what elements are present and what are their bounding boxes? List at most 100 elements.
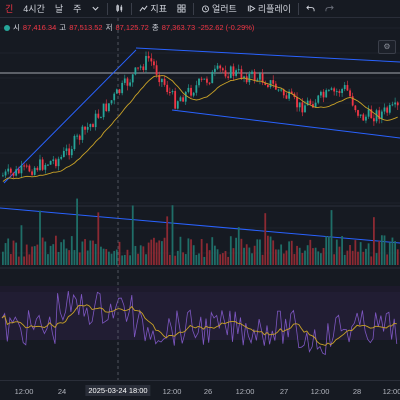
volume-bar [39, 210, 41, 265]
volume-bar [110, 253, 113, 265]
volume-bar [113, 250, 116, 265]
volume-bar [386, 254, 389, 265]
candle-body [192, 92, 195, 96]
live-dot-icon [4, 24, 10, 31]
volume-bar [195, 254, 198, 265]
divider [107, 2, 109, 15]
candle-body [304, 105, 306, 113]
indicator-icon [139, 5, 148, 12]
replay-button[interactable]: 리플레이 [242, 0, 296, 18]
volume-bar [118, 241, 121, 265]
volume-bar [17, 256, 20, 265]
candle-body [325, 90, 328, 98]
volume-bar [235, 237, 237, 265]
candle-body [134, 67, 137, 75]
candle-body [317, 95, 320, 103]
candle-body [388, 105, 391, 113]
candle-body [216, 65, 219, 69]
candle-body [78, 135, 81, 140]
interval-tab-4h[interactable]: 4시간 [18, 0, 50, 18]
volume-bar [290, 240, 293, 265]
interval-dropdown[interactable] [86, 0, 105, 18]
volume-bar [134, 245, 137, 265]
candle-body [4, 171, 7, 176]
volume-bar [187, 238, 190, 265]
volume-bar [359, 242, 362, 265]
layout-button[interactable] [172, 0, 191, 18]
candle-body [296, 97, 298, 108]
interval-tab-week[interactable]: 주 [68, 0, 86, 18]
pane-settings-button[interactable]: ⚙ [378, 40, 396, 54]
close-label: 종 [151, 23, 159, 32]
low-label: 저 [105, 23, 113, 32]
volume-bar [245, 244, 248, 265]
candle-body [373, 118, 375, 122]
volume-bar [317, 251, 320, 265]
candle-body [113, 93, 116, 101]
candle-body [343, 85, 346, 90]
candle-body [365, 116, 367, 121]
candle-body [253, 71, 256, 81]
volume-bar [44, 241, 47, 265]
candle-body [357, 110, 359, 116]
interval-tab-min[interactable]: 긴 [0, 0, 18, 18]
volume-bar [277, 249, 280, 265]
chevron-down-icon [92, 6, 100, 11]
volume-bar [31, 246, 33, 265]
candle-body [237, 69, 240, 71]
candle-body [235, 70, 237, 76]
indicators-button[interactable]: 지표 [134, 0, 172, 18]
volume-bar [190, 239, 192, 265]
candle-body [269, 80, 272, 88]
x-tick-label: 12:00 [235, 387, 255, 396]
volume-bar [256, 239, 259, 265]
volume-bar [306, 245, 309, 265]
time-axis[interactable]: 12:00 24 2025-03-24 18:00 12:00 26 12:00… [0, 380, 400, 400]
candle-body [41, 159, 44, 170]
candle-body [338, 91, 341, 93]
settings-icon: ⚙ [383, 42, 391, 51]
volume-bar [362, 251, 365, 265]
divider [297, 2, 299, 15]
chart-toolbar: 긴 4시간 날 주 지표 얼러트 리플레이 [0, 0, 400, 18]
candle-body [359, 114, 362, 116]
redo-button[interactable] [320, 0, 339, 18]
x-tick-label: 27 [279, 387, 289, 396]
volume-bar [396, 249, 399, 265]
volume-bar [259, 239, 261, 265]
volume-bar [343, 254, 346, 265]
alert-button[interactable]: 얼러트 [196, 0, 242, 18]
volume-bar [253, 245, 256, 265]
candle-body [118, 89, 121, 94]
candle-body [248, 74, 251, 83]
chart-type-button[interactable] [110, 0, 129, 18]
undo-button[interactable] [301, 0, 320, 18]
volume-bar [115, 249, 118, 265]
volume-bar [78, 252, 81, 265]
volume-bar [176, 250, 179, 265]
volume-bar [296, 245, 298, 265]
candle-body [309, 100, 312, 105]
candle-body [320, 91, 322, 96]
volume-bar [322, 247, 325, 265]
candle-body [36, 167, 39, 171]
volume-bar [25, 244, 28, 265]
candle-body [12, 172, 15, 176]
volume-bar [92, 240, 94, 265]
volume-bar [179, 236, 182, 265]
volume-bar [288, 241, 290, 265]
volume-bar [60, 242, 63, 265]
candle-body [62, 150, 65, 157]
candle-body [206, 78, 208, 83]
volume-bar [68, 250, 71, 265]
candle-body [298, 102, 301, 108]
trendline [3, 49, 137, 184]
interval-tab-day[interactable]: 날 [50, 0, 68, 18]
candle-body [184, 91, 187, 102]
volume-bar [70, 236, 73, 265]
volume-bar [349, 245, 351, 265]
candle-body [322, 91, 325, 98]
price-chart[interactable] [0, 18, 400, 380]
volume-bar [28, 254, 31, 265]
indicators-label: 지표 [150, 4, 167, 14]
